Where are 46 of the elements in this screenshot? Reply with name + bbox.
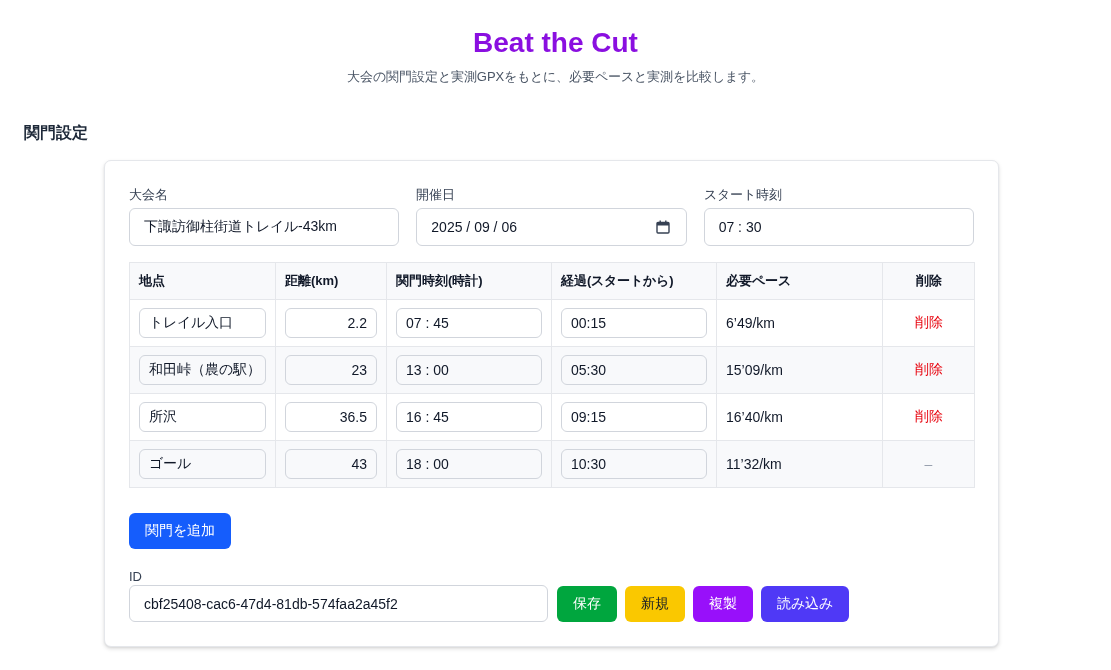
gate-time-input[interactable]: 16 : 45 bbox=[396, 402, 542, 432]
elapsed-input[interactable]: 05:30 bbox=[561, 355, 707, 385]
elapsed-input[interactable]: 00:15 bbox=[561, 308, 707, 338]
column-header: 必要ペース bbox=[716, 262, 883, 300]
field-label: ID bbox=[129, 569, 142, 585]
column-header: 距離(km) bbox=[275, 262, 387, 300]
pace-text: 15’09/km bbox=[726, 362, 783, 378]
field-label: 大会名 bbox=[129, 186, 168, 204]
delete-button[interactable]: 削除 bbox=[910, 406, 947, 428]
action-button[interactable]: 複製 bbox=[693, 585, 753, 622]
point-name-input[interactable]: 和田峠（農の駅） bbox=[139, 355, 266, 385]
gate-time-input[interactable]: 07 : 45 bbox=[396, 308, 542, 338]
event-name-input[interactable]: 下諏訪御柱街道トレイル-43km bbox=[129, 208, 400, 246]
add-gate-button[interactable]: 関門を追加 bbox=[129, 513, 231, 549]
pace-text: 6’49/km bbox=[726, 315, 776, 331]
point-name-input[interactable]: トレイル入口 bbox=[139, 308, 266, 338]
delete-button[interactable]: 削除 bbox=[910, 312, 947, 334]
section-heading: 関門設定 bbox=[24, 123, 88, 143]
dash-text: – bbox=[924, 456, 933, 472]
column-header: 関門時刻(時計) bbox=[386, 262, 552, 300]
pace-text: 16’40/km bbox=[726, 409, 783, 425]
gate-time-input[interactable]: 13 : 00 bbox=[396, 355, 542, 385]
action-button[interactable]: 読み込み bbox=[761, 585, 849, 622]
time-input[interactable]: 07 : 30 bbox=[703, 208, 974, 246]
distance-input[interactable]: 2.2 bbox=[285, 308, 377, 338]
pace-text: 11’32/km bbox=[726, 456, 782, 472]
column-header: 地点 bbox=[129, 262, 276, 300]
point-name-input[interactable]: ゴール bbox=[139, 449, 266, 479]
column-header: 削除 bbox=[882, 262, 975, 300]
field-label: スタート時刻 bbox=[703, 186, 782, 204]
elapsed-input[interactable]: 09:15 bbox=[561, 402, 707, 432]
date-input[interactable]: 2025 / 09 / 06 bbox=[416, 208, 687, 246]
page-subtitle: 大会の関門設定と実測GPXをもとに、必要ペースと実測を比較します。 bbox=[346, 68, 765, 86]
id-input[interactable]: cbf25408-cac6-47d4-81db-574faa2a45f2 bbox=[129, 585, 548, 622]
delete-button[interactable]: 削除 bbox=[910, 359, 947, 381]
point-name-input[interactable]: 所沢 bbox=[139, 402, 266, 432]
column-header: 経過(スタートから) bbox=[551, 262, 717, 300]
distance-input[interactable]: 43 bbox=[285, 449, 377, 479]
elapsed-input[interactable]: 10:30 bbox=[561, 449, 707, 479]
page-title: Beat the Cut bbox=[473, 26, 638, 60]
field-label: 開催日 bbox=[416, 186, 456, 204]
action-button[interactable]: 新規 bbox=[625, 585, 685, 622]
distance-input[interactable]: 23 bbox=[285, 355, 377, 385]
calendar-icon[interactable] bbox=[655, 220, 670, 234]
gate-time-input[interactable]: 18 : 00 bbox=[396, 449, 542, 479]
distance-input[interactable]: 36.5 bbox=[285, 402, 377, 432]
